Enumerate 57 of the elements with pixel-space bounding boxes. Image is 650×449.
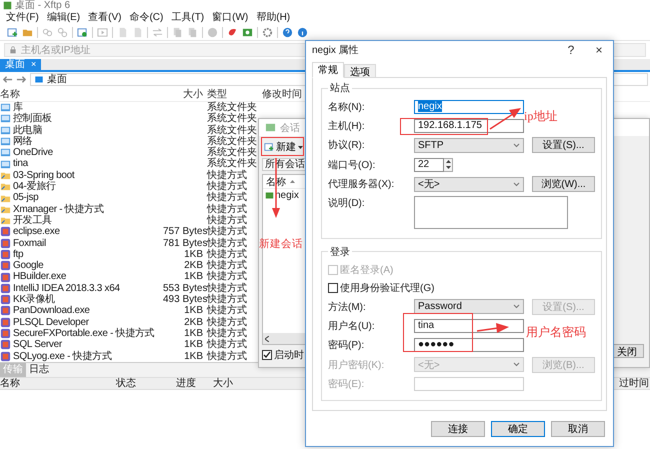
file-size: 553 Bytes	[163, 282, 208, 294]
file-type: 系统文件夹	[207, 113, 257, 124]
field-label: 密码(E):	[328, 378, 366, 392]
dialog-title: 会话	[280, 122, 300, 134]
file-type: 系统文件夹	[207, 136, 257, 147]
field-label: 方法(M):	[328, 300, 367, 314]
file-size: 781 Bytes	[163, 238, 208, 249]
field-label: 说明(D):	[328, 196, 366, 210]
file-size: 1KB	[184, 350, 203, 362]
file-type: 系统文件夹	[207, 124, 257, 136]
file-type: 快捷方式	[207, 260, 247, 272]
file-type: 快捷方式	[207, 339, 247, 350]
file-type: 系统文件夹	[207, 147, 257, 158]
group-title: 登录	[329, 246, 351, 259]
file-size: 1KB	[184, 248, 203, 260]
file-type: 快捷方式	[207, 294, 247, 306]
file-size: 1KB	[184, 328, 203, 339]
file-type: 快捷方式	[207, 271, 247, 282]
file-type: 快捷方式	[207, 192, 247, 204]
file-type: 快捷方式	[207, 226, 247, 238]
file-type: 快捷方式	[207, 316, 247, 328]
field-label: 主机(H):	[328, 120, 366, 134]
file-type: 快捷方式	[207, 181, 247, 192]
field-label: 名称(N):	[328, 100, 366, 114]
file-type: 快捷方式	[207, 204, 247, 215]
file-size: 2KB	[184, 316, 203, 328]
file-type: 系统文件夹	[207, 158, 257, 170]
field-label: 密码(P):	[328, 338, 366, 352]
file-type: 快捷方式	[207, 238, 247, 249]
annotation-text: ip地址	[524, 110, 558, 122]
file-size: 1KB	[184, 305, 203, 316]
file-type: 快捷方式	[207, 305, 247, 316]
checkbox-label: 匿名登录(A)	[340, 264, 394, 277]
file-type: 快捷方式	[207, 350, 247, 362]
window-title: 桌面 - Xftp 6	[15, 0, 70, 11]
annotation-text: 新建会话	[259, 240, 303, 250]
file-type: 快捷方式	[207, 170, 247, 181]
field-label: 用户密钥(K):	[328, 358, 386, 372]
dialog-title: negix 属性	[312, 44, 360, 57]
file-type: 快捷方式	[207, 282, 247, 294]
file-size: 757 Bytes	[163, 226, 208, 238]
group-title: 站点	[329, 82, 351, 95]
checkbox-label: 使用身份验证代理(G)	[340, 282, 434, 295]
checkbox-label: 启动时	[274, 348, 304, 362]
file-type: 系统文件夹	[207, 102, 257, 113]
file-type: 快捷方式	[207, 328, 247, 339]
field-label: 用户名(U):	[328, 320, 376, 334]
field-label: 代理服务器(X):	[328, 178, 396, 192]
field-label: 端口号(O):	[328, 158, 376, 172]
file-size: 1KB	[184, 339, 203, 350]
file-type: 快捷方式	[207, 214, 247, 226]
file-size: 493 Bytes	[163, 294, 208, 306]
annotation-text: 用户名密码	[526, 326, 586, 338]
file-type: 快捷方式	[207, 248, 247, 260]
file-size: 2KB	[184, 260, 203, 272]
field-label: 协议(R):	[328, 138, 366, 152]
file-size: 1KB	[184, 271, 203, 282]
